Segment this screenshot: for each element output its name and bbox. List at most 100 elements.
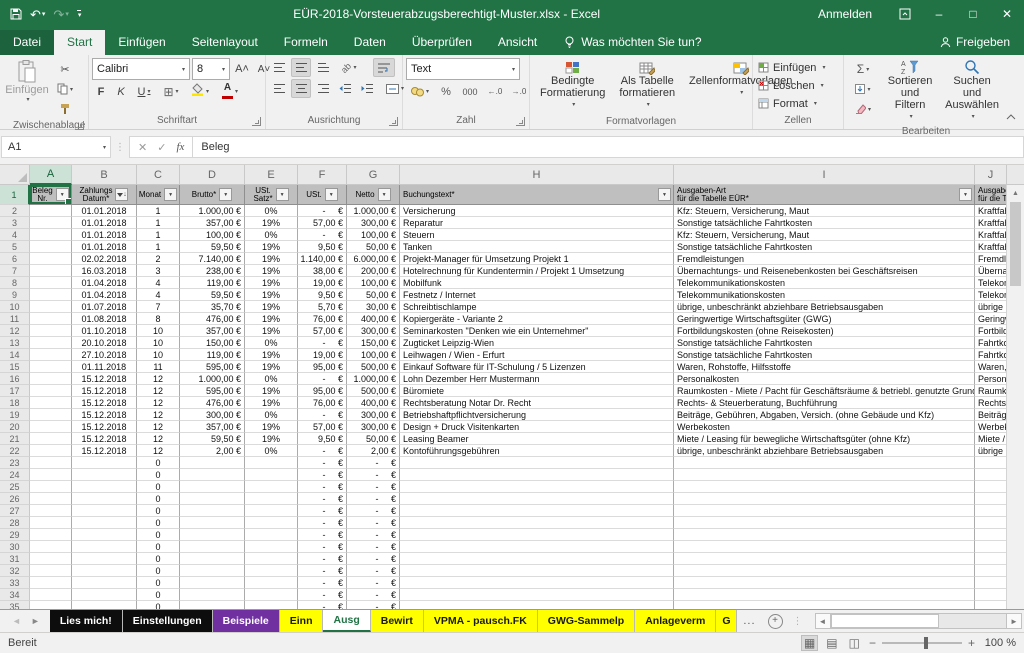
cell[interactable]: 595,00 €: [180, 361, 245, 373]
cell[interactable]: [72, 457, 137, 469]
cell[interactable]: Seminarkosten "Denken wie ein Unternehme…: [400, 325, 674, 337]
find-select-button[interactable]: Suchen und Auswählen▾: [939, 58, 1005, 124]
comma-style-icon[interactable]: 000: [458, 82, 482, 101]
cell[interactable]: 01.01.2018: [72, 205, 137, 217]
cell[interactable]: [975, 601, 1006, 609]
cell[interactable]: 0%: [245, 373, 298, 385]
cell[interactable]: [30, 409, 72, 421]
align-center-icon[interactable]: [291, 79, 311, 98]
cell[interactable]: [975, 589, 1006, 601]
row-number[interactable]: 12: [0, 325, 30, 337]
cell[interactable]: 19%: [245, 217, 298, 229]
cell[interactable]: 300,00 €: [347, 421, 400, 433]
row-number[interactable]: 14: [0, 349, 30, 361]
cell[interactable]: [180, 601, 245, 609]
row-number[interactable]: 33: [0, 577, 30, 589]
row-number[interactable]: 26: [0, 493, 30, 505]
cell[interactable]: 9,50 €: [298, 289, 347, 301]
cell[interactable]: - €: [347, 457, 400, 469]
cell[interactable]: 0: [137, 589, 180, 601]
cell[interactable]: [30, 205, 72, 217]
row-number[interactable]: 24: [0, 469, 30, 481]
row-number[interactable]: 18: [0, 397, 30, 409]
cell[interactable]: Kfz: Steuern, Versicherung, Maut: [674, 205, 975, 217]
save-icon[interactable]: [10, 8, 22, 20]
cell[interactable]: 357,00 €: [180, 421, 245, 433]
sheet-next-icon[interactable]: ►: [31, 616, 40, 626]
collapse-ribbon-icon[interactable]: [1006, 107, 1016, 125]
cell[interactable]: 1: [137, 229, 180, 241]
column-header-H[interactable]: H: [400, 165, 674, 185]
row-number[interactable]: 10: [0, 301, 30, 313]
cell[interactable]: [245, 541, 298, 553]
cell[interactable]: - €: [298, 529, 347, 541]
cell[interactable]: 2,00 €: [180, 445, 245, 457]
cell[interactable]: 1.000,00 €: [180, 373, 245, 385]
row-number[interactable]: 9: [0, 289, 30, 301]
sheet-tab-einn[interactable]: Einn: [280, 610, 324, 632]
cell[interactable]: [975, 457, 1006, 469]
cell[interactable]: [30, 457, 72, 469]
cell[interactable]: - €: [298, 445, 347, 457]
autosum-icon[interactable]: Σ▾: [849, 60, 877, 78]
font-size-select[interactable]: 8▾: [192, 58, 230, 80]
cell[interactable]: Beiträge, Gebühren, Abgaben, Versich. (o…: [674, 409, 975, 421]
cell[interactable]: Einkauf Software für IT-Schulung / 5 Liz…: [400, 361, 674, 373]
row-number[interactable]: 17: [0, 385, 30, 397]
cell[interactable]: [180, 577, 245, 589]
sheet-prev-icon[interactable]: ◄: [12, 616, 21, 626]
cell[interactable]: 100,00 €: [347, 349, 400, 361]
row-number[interactable]: 13: [0, 337, 30, 349]
cell[interactable]: 300,00 €: [347, 409, 400, 421]
scroll-right-icon[interactable]: ►: [1006, 613, 1022, 629]
cell[interactable]: Tanken: [400, 241, 674, 253]
cell[interactable]: 57,00 €: [298, 325, 347, 337]
decrease-indent-icon[interactable]: [335, 79, 355, 98]
row-number[interactable]: 15: [0, 361, 30, 373]
row-number[interactable]: 32: [0, 565, 30, 577]
format-painter-icon[interactable]: [53, 100, 77, 118]
cell[interactable]: [30, 229, 72, 241]
cell[interactable]: 150,00 €: [180, 337, 245, 349]
cell[interactable]: - €: [298, 577, 347, 589]
cell[interactable]: [400, 517, 674, 529]
cell[interactable]: 76,00 €: [298, 397, 347, 409]
cell[interactable]: 19%: [245, 385, 298, 397]
cell[interactable]: [180, 469, 245, 481]
cell[interactable]: [975, 469, 1006, 481]
cell[interactable]: [674, 517, 975, 529]
cell[interactable]: Lohn Dezember Herr Mustermann: [400, 373, 674, 385]
cell[interactable]: 19%: [245, 433, 298, 445]
cell[interactable]: übrige, unbeschränkt abziehbare Betriebs…: [674, 445, 975, 457]
cell[interactable]: [72, 589, 137, 601]
cell[interactable]: Steuern: [400, 229, 674, 241]
font-name-select[interactable]: Calibri▾: [92, 58, 190, 80]
cell[interactable]: 01.10.2018: [72, 325, 137, 337]
cell[interactable]: Design + Druck Visitenkarten: [400, 421, 674, 433]
cell[interactable]: 01.01.2018: [72, 217, 137, 229]
cell[interactable]: Buchungstext*▼: [400, 185, 674, 205]
cell[interactable]: [72, 553, 137, 565]
cell[interactable]: 300,00 €: [347, 325, 400, 337]
cell[interactable]: Leihwagen / Wien - Erfurt: [400, 349, 674, 361]
cell[interactable]: 01.01.2018: [72, 241, 137, 253]
cell[interactable]: [30, 265, 72, 277]
cell[interactable]: Fahrtkos: [975, 349, 1006, 361]
row-number[interactable]: 34: [0, 589, 30, 601]
cell[interactable]: 0%: [245, 205, 298, 217]
cell[interactable]: [180, 589, 245, 601]
cell[interactable]: 0%: [245, 337, 298, 349]
cell[interactable]: 59,50 €: [180, 289, 245, 301]
cell[interactable]: [72, 517, 137, 529]
cell[interactable]: 400,00 €: [347, 313, 400, 325]
cell[interactable]: 1.140,00 €: [298, 253, 347, 265]
cell[interactable]: 19,00 €: [298, 277, 347, 289]
cell[interactable]: - €: [298, 205, 347, 217]
cell[interactable]: [674, 589, 975, 601]
cell[interactable]: [72, 529, 137, 541]
cell[interactable]: [975, 553, 1006, 565]
cell[interactable]: [245, 589, 298, 601]
underline-button[interactable]: U▾: [132, 82, 156, 101]
redo-icon[interactable]: ↷▾: [53, 8, 68, 21]
ribbon-display-options-icon[interactable]: [888, 0, 922, 28]
